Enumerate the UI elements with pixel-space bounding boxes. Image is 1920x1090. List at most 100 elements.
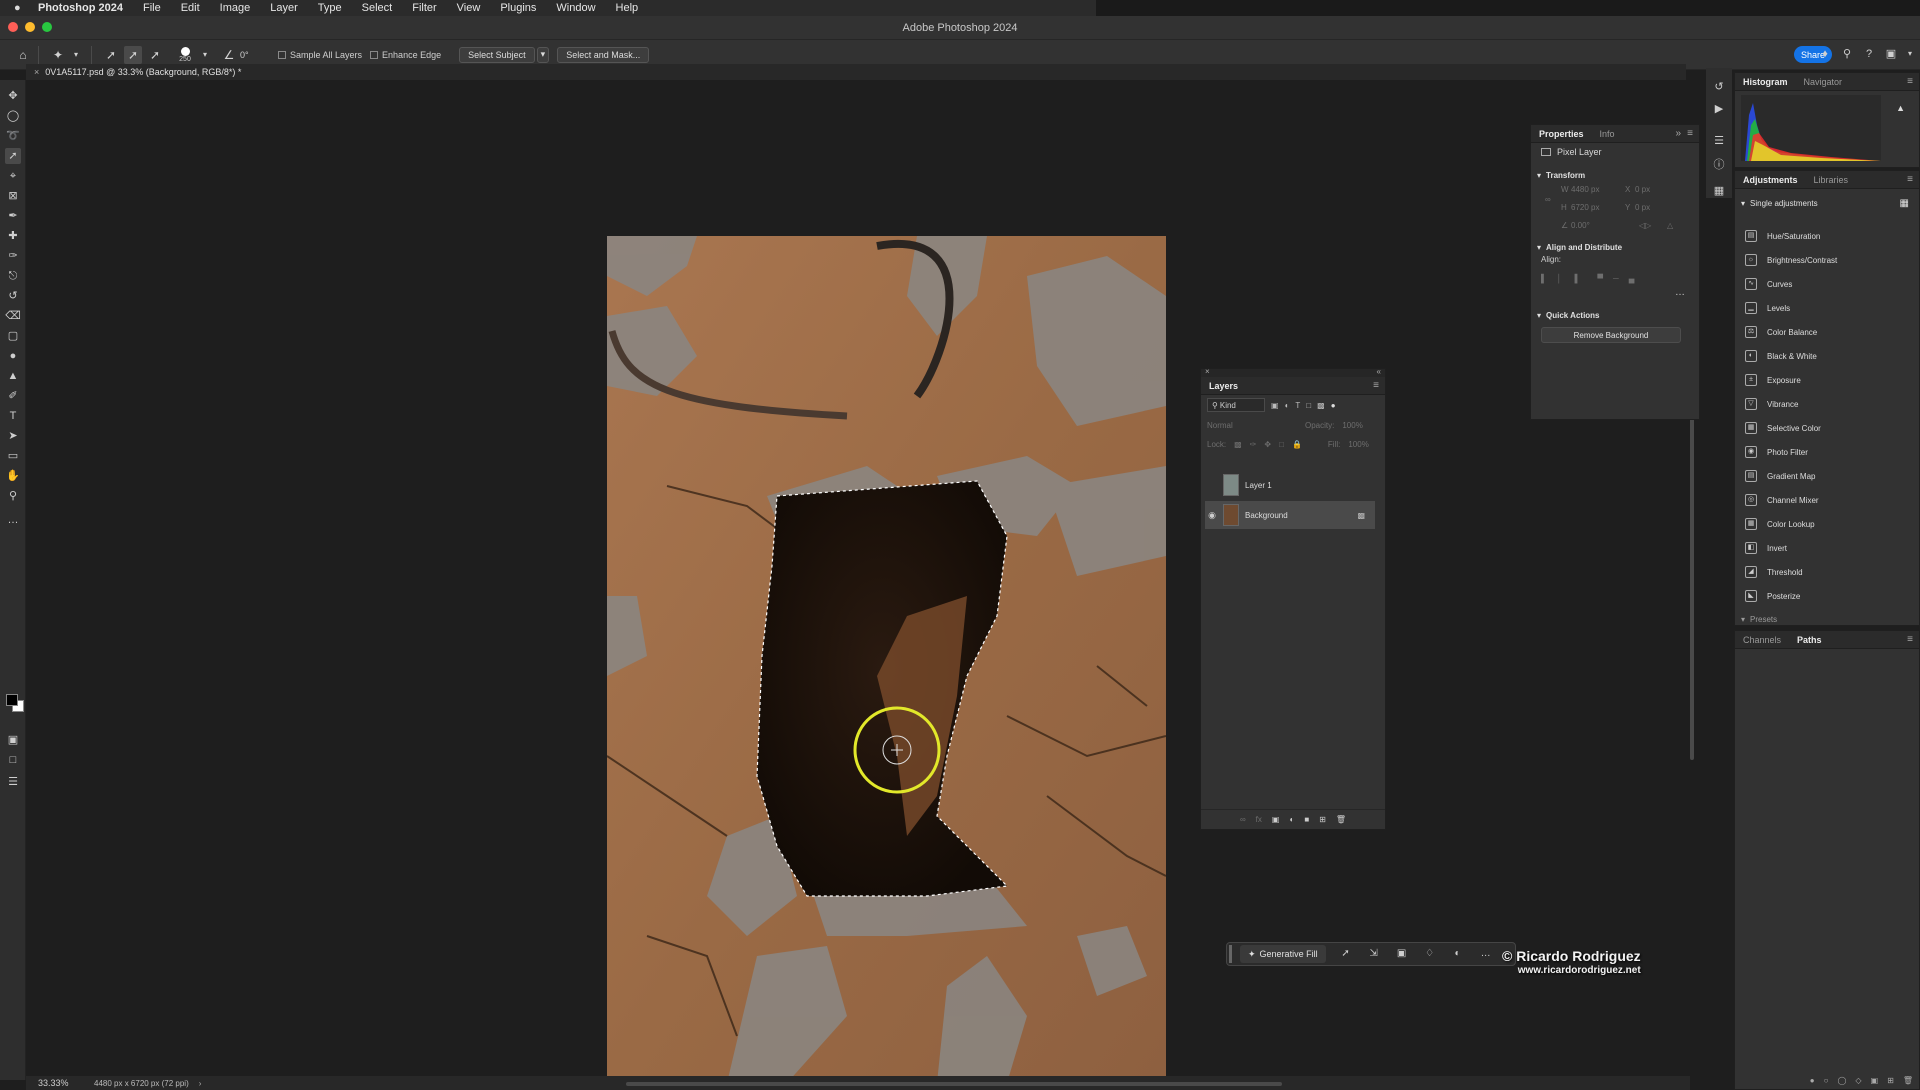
- bell-icon[interactable]: ♦: [1818, 47, 1832, 61]
- x-field[interactable]: 0 px: [1635, 185, 1650, 194]
- lock-paint-icon[interactable]: ✑: [1250, 440, 1257, 449]
- select-and-mask-button[interactable]: Select and Mask...: [557, 46, 650, 63]
- filter-adjustment-icon[interactable]: ◐: [1285, 401, 1290, 410]
- menu-file[interactable]: File: [143, 2, 161, 14]
- trash-icon[interactable]: 🗑: [1336, 815, 1346, 824]
- help-icon[interactable]: ?: [1862, 47, 1876, 61]
- adjustment-layer-icon[interactable]: ◐: [1289, 815, 1294, 824]
- single-adjustments-header[interactable]: ▾ Single adjustments ▦: [1735, 195, 1919, 211]
- invert-selection-icon[interactable]: ⇲: [1366, 946, 1382, 962]
- hand-tool-icon[interactable]: ✋: [5, 468, 21, 484]
- lock-pixels-icon[interactable]: ▩: [1234, 440, 1242, 449]
- link-layers-icon[interactable]: ∞: [1240, 815, 1246, 824]
- close-tab-icon[interactable]: ×: [34, 67, 39, 77]
- history-brush-icon[interactable]: ↺: [5, 288, 21, 304]
- align-center-icon[interactable]: │: [1557, 274, 1562, 283]
- layer-row-background[interactable]: ◉ Background ▩: [1205, 501, 1375, 529]
- align-distribute-header[interactable]: ▾ Align and Distribute: [1531, 239, 1699, 255]
- menu-edit[interactable]: Edit: [181, 2, 200, 14]
- document-image[interactable]: [607, 236, 1166, 1083]
- remove-background-button[interactable]: Remove Background: [1541, 327, 1681, 343]
- chevron-down-icon[interactable]: ▾: [1906, 47, 1914, 61]
- marquee-tool-icon[interactable]: ◯: [5, 108, 21, 124]
- panel-menu-icon[interactable]: ≡: [1907, 76, 1913, 87]
- create-mask-icon[interactable]: ▣: [1394, 946, 1410, 962]
- adj-brightness-contrast[interactable]: ☼ Brightness/Contrast: [1745, 251, 1837, 269]
- eyedropper-tool-icon[interactable]: ✒: [5, 208, 21, 224]
- add-mask-icon[interactable]: ▣: [1272, 815, 1280, 824]
- dodge-tool-icon[interactable]: ▲: [5, 368, 21, 384]
- document-tab[interactable]: × 0V1A5117.psd @ 33.3% (Background, RGB/…: [34, 64, 241, 80]
- panel-menu-icon[interactable]: ≡: [1907, 174, 1913, 185]
- menu-filter[interactable]: Filter: [412, 2, 436, 14]
- type-tool-icon[interactable]: T: [5, 408, 21, 424]
- fill-selection-icon[interactable]: ♢: [1422, 946, 1438, 962]
- menu-image[interactable]: Image: [220, 2, 251, 14]
- flip-vertical-icon[interactable]: △: [1667, 221, 1673, 230]
- trash-icon[interactable]: 🗑: [1903, 1076, 1913, 1085]
- adj-color-lookup[interactable]: ▦ Color Lookup: [1745, 515, 1815, 533]
- filter-shape-icon[interactable]: □: [1306, 401, 1311, 410]
- adj-vibrance[interactable]: ▽ Vibrance: [1745, 395, 1798, 413]
- frame-tool-icon[interactable]: ⊠: [5, 188, 21, 204]
- lock-all-icon[interactable]: 🔒: [1292, 440, 1302, 449]
- info-icon[interactable]: ⓘ: [1712, 158, 1726, 172]
- enhance-edge-checkbox[interactable]: Enhance Edge: [370, 50, 441, 60]
- angle-value[interactable]: 0°: [240, 50, 270, 60]
- subtract-from-selection-icon[interactable]: ➚: [146, 46, 164, 64]
- load-selection-icon[interactable]: ◯: [1837, 1076, 1846, 1085]
- menu-plugins[interactable]: Plugins: [500, 2, 536, 14]
- tab-properties[interactable]: Properties: [1531, 129, 1592, 139]
- filter-type-icon[interactable]: T: [1295, 401, 1300, 410]
- layers-panel-grip[interactable]: × «: [1201, 367, 1385, 377]
- new-layer-icon[interactable]: ⊞: [1319, 815, 1326, 824]
- workspace-icon[interactable]: ▣: [1884, 47, 1898, 61]
- chevron-down-icon[interactable]: ▾: [67, 46, 85, 64]
- crop-tool-icon[interactable]: ⌖: [5, 168, 21, 184]
- pen-tool-icon[interactable]: ✐: [5, 388, 21, 404]
- gradient-tool-icon[interactable]: ▢: [5, 328, 21, 344]
- layer-row-layer-1[interactable]: Layer 1: [1205, 471, 1375, 499]
- adj-levels[interactable]: ▁ Levels: [1745, 299, 1790, 317]
- filter-kind-select[interactable]: ⚲ Kind: [1207, 398, 1265, 412]
- collapse-panel-icon[interactable]: »: [1675, 128, 1681, 139]
- select-subject-dropdown[interactable]: ▾: [536, 46, 550, 63]
- align-bottom-icon[interactable]: ▄: [1629, 274, 1635, 283]
- fill-field[interactable]: 100%: [1348, 440, 1368, 449]
- add-mask-icon[interactable]: ▣: [1871, 1076, 1879, 1085]
- fill-path-icon[interactable]: ●: [1810, 1076, 1815, 1085]
- height-field[interactable]: 6720 px: [1571, 203, 1599, 212]
- eye-icon[interactable]: ◉: [1205, 510, 1219, 521]
- adj-gradient-map[interactable]: ▤ Gradient Map: [1745, 467, 1815, 485]
- blend-mode-select[interactable]: Normal: [1207, 421, 1297, 430]
- canvas-area[interactable]: [26, 80, 1686, 1083]
- align-left-icon[interactable]: ▌: [1541, 274, 1547, 283]
- zoom-tool-icon[interactable]: ⚲: [5, 488, 21, 504]
- generative-fill-button[interactable]: ✦ Generative Fill: [1240, 945, 1326, 963]
- search-icon[interactable]: ⚲: [1840, 47, 1854, 61]
- adj-invert[interactable]: ◧ Invert: [1745, 539, 1787, 557]
- move-tool-icon[interactable]: ✥: [5, 88, 21, 104]
- tab-libraries[interactable]: Libraries: [1806, 175, 1857, 185]
- home-icon[interactable]: ⌂: [14, 46, 32, 64]
- menu-view[interactable]: View: [457, 2, 481, 14]
- chevron-down-icon[interactable]: ▾: [196, 46, 214, 64]
- rectangle-tool-icon[interactable]: ▭: [5, 448, 21, 464]
- quick-selection-preset-icon[interactable]: ✦: [49, 46, 67, 64]
- apple-icon[interactable]: ●: [14, 2, 26, 14]
- tab-histogram[interactable]: Histogram: [1735, 77, 1796, 87]
- flip-horizontal-icon[interactable]: ◁▷: [1639, 221, 1651, 230]
- horizontal-scrollbar[interactable]: [626, 1082, 1282, 1086]
- adj-threshold[interactable]: ◢ Threshold: [1745, 563, 1803, 581]
- menu-window[interactable]: Window: [556, 2, 595, 14]
- adj-channel-mixer[interactable]: ◎ Channel Mixer: [1745, 491, 1819, 509]
- properties-icon[interactable]: ▦: [1712, 184, 1726, 198]
- collapse-panel-icon[interactable]: «: [1377, 367, 1381, 376]
- more-tools-icon[interactable]: …: [5, 512, 21, 528]
- adj-hue-saturation[interactable]: ▤ Hue/Saturation: [1745, 227, 1820, 245]
- lasso-tool-icon[interactable]: ➰: [5, 128, 21, 144]
- adj-selective-color[interactable]: ▦ Selective Color: [1745, 419, 1821, 437]
- stroke-path-icon[interactable]: ○: [1824, 1076, 1829, 1085]
- grid-view-icon[interactable]: ▦: [1900, 198, 1909, 209]
- width-field[interactable]: 4480 px: [1571, 185, 1599, 194]
